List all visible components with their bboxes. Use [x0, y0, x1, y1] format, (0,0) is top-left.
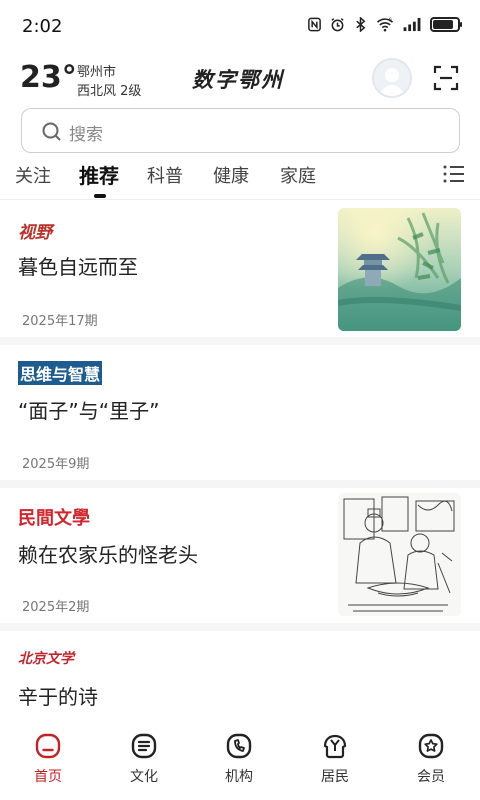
app-logo: 数字鄂州 [192, 67, 284, 92]
nav-label: 居民 [321, 769, 349, 785]
source-label: 思维与智慧 [18, 361, 103, 385]
nfc-icon [308, 17, 321, 32]
bluetooth-icon [356, 17, 366, 32]
city-name[interactable]: 鄂州市 [77, 61, 116, 80]
landscape-image [338, 208, 461, 331]
network-badge: 6 [389, 18, 392, 24]
source-label: 民間文學 [18, 508, 90, 529]
nav-home[interactable]: 首页 [18, 732, 78, 786]
tab-recommend[interactable]: 推荐 [79, 160, 119, 189]
alarm-icon [331, 18, 344, 32]
member-icon [418, 733, 444, 759]
article-card[interactable]: 北京文学 辛于的诗 [0, 631, 480, 729]
nav-resident[interactable]: 居民 [305, 732, 365, 786]
article-card[interactable]: 思维与智慧 “面子”与“里子” 2025年9期 [0, 345, 480, 488]
search-bar[interactable]: 搜索 [21, 108, 460, 153]
article-thumbnail [338, 208, 461, 331]
article-card[interactable]: 民間文學 赖在农家乐的怪老头 2025年2期 [0, 488, 480, 631]
tab-family[interactable]: 家庭 [280, 162, 316, 188]
app-header: 23° 鄂州市 西北风 2级 数字鄂州 [0, 56, 480, 104]
scan-icon[interactable] [433, 65, 459, 91]
nav-label: 文化 [130, 769, 158, 785]
institution-icon [226, 733, 252, 759]
article-title: 辛于的诗 [18, 685, 98, 709]
tab-science[interactable]: 科普 [147, 162, 183, 188]
menu-list-icon[interactable] [443, 164, 465, 184]
article-title: “面子”与“里子” [18, 399, 160, 423]
source-label: 视野 [18, 223, 52, 243]
nav-culture[interactable]: 文化 [114, 732, 174, 786]
avatar[interactable] [372, 58, 412, 98]
status-bar: 2:02 6 [0, 0, 480, 56]
search-icon [42, 122, 61, 141]
nav-label: 会员 [417, 769, 445, 785]
status-time: 2:02 [22, 16, 63, 37]
article-thumbnail [338, 493, 461, 616]
wifi-icon: 6 [376, 18, 394, 32]
active-tab-indicator [94, 194, 106, 198]
category-tabs: 关注 推荐 科普 健康 家庭 [0, 158, 480, 200]
temperature: 23° [20, 60, 77, 95]
sketch-image [338, 493, 461, 616]
nav-label: 机构 [225, 769, 253, 785]
tab-health[interactable]: 健康 [213, 162, 249, 188]
battery-icon [430, 17, 462, 32]
article-card[interactable]: 视野 暮色自远而至 2025年17期 [0, 200, 480, 345]
article-date: 2025年17期 [22, 314, 98, 329]
wind-info: 西北风 2级 [77, 84, 142, 99]
nav-label: 首页 [34, 769, 62, 785]
signal-icon [403, 17, 421, 32]
source-label: 北京文学 [18, 651, 74, 667]
nav-institution[interactable]: 机构 [209, 732, 269, 786]
bottom-navigation: 首页 文化 机构 居民 会员 [0, 728, 480, 800]
culture-icon [131, 733, 157, 759]
home-icon [35, 733, 61, 759]
article-date: 2025年2期 [22, 600, 90, 615]
nav-member[interactable]: 会员 [401, 732, 461, 786]
tab-follow[interactable]: 关注 [15, 162, 51, 188]
article-title: 暮色自远而至 [18, 255, 138, 279]
article-date: 2025年9期 [22, 457, 90, 472]
search-placeholder: 搜索 [69, 125, 103, 145]
resident-icon [323, 734, 347, 759]
article-title: 赖在农家乐的怪老头 [18, 543, 198, 567]
status-icons: 6 [307, 17, 462, 32]
user-icon [379, 68, 405, 96]
